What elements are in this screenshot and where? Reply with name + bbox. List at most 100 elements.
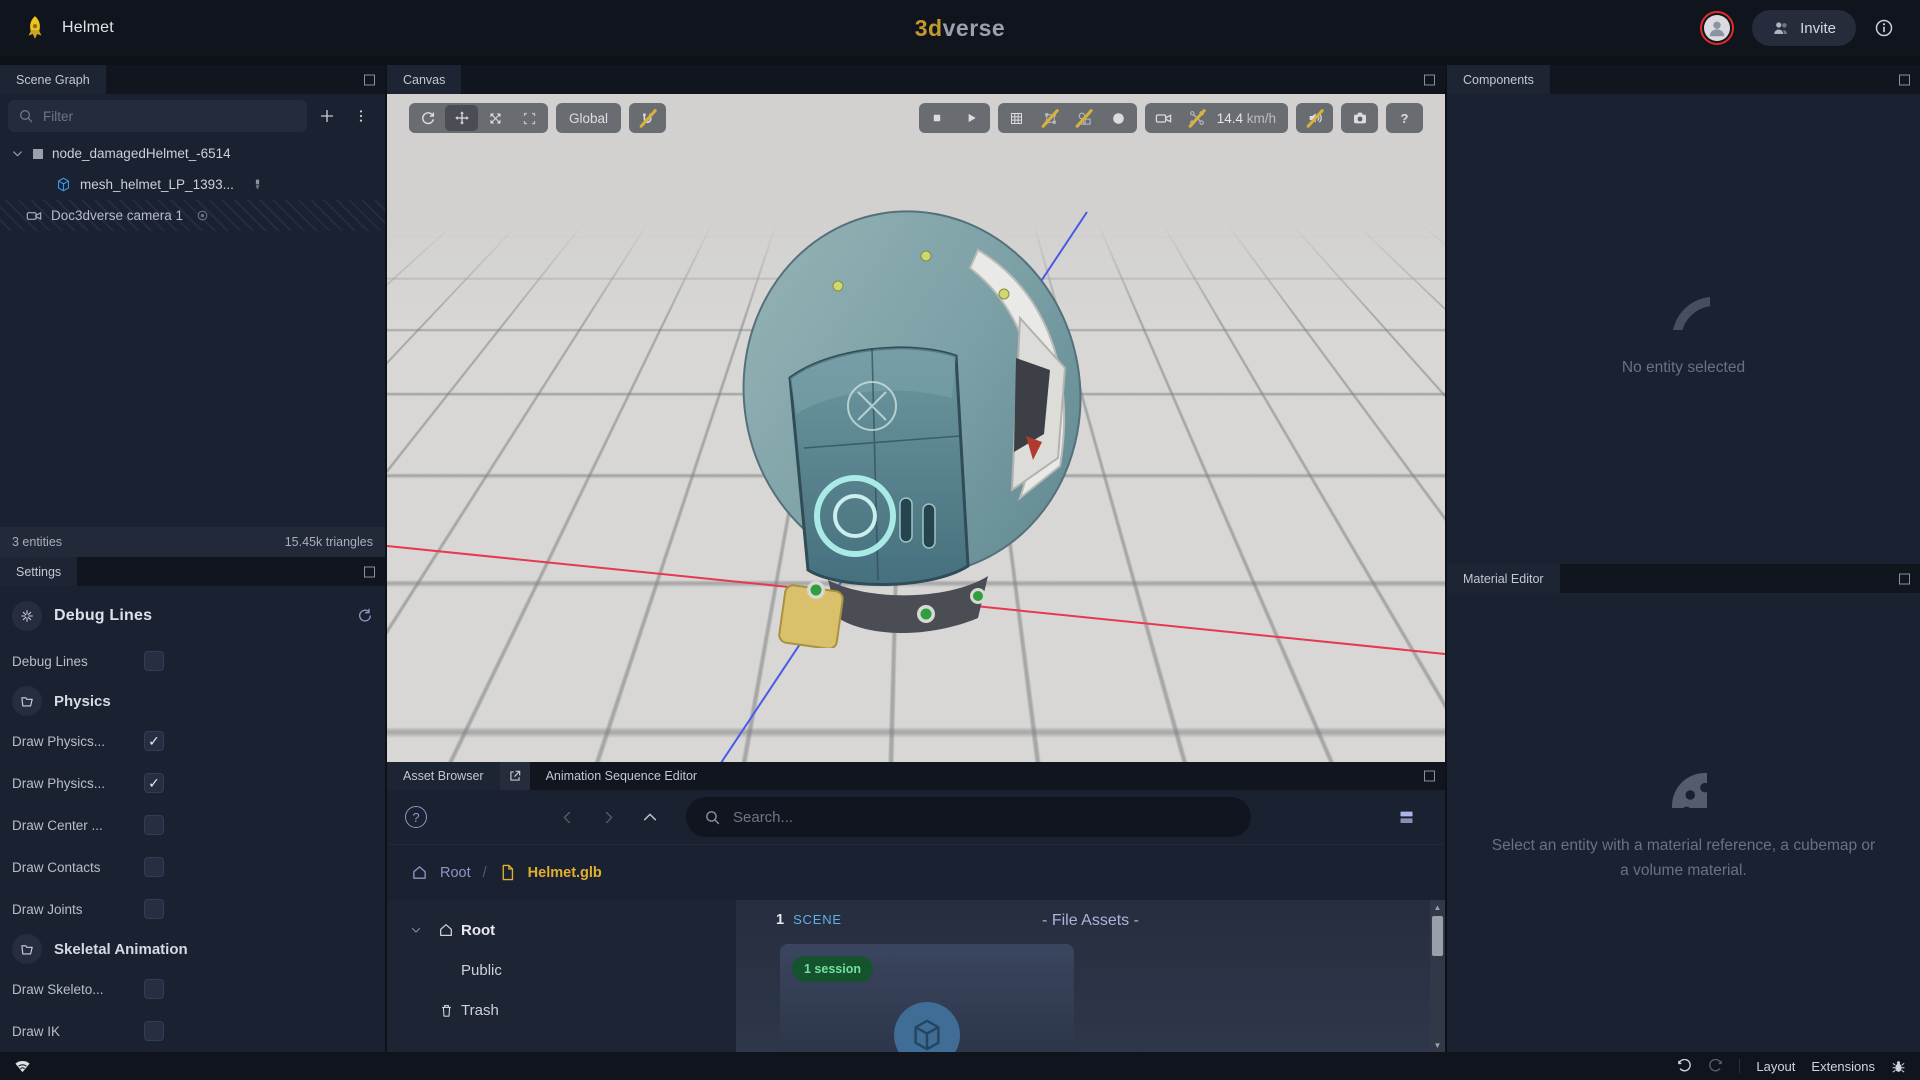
space-mode-button[interactable]: Global (556, 103, 621, 133)
checkbox-draw-contacts[interactable] (144, 857, 164, 877)
tree-row-camera[interactable]: Doc3dverse camera 1 (0, 200, 385, 231)
session-badge: 1 session (792, 956, 873, 982)
folder-row-public[interactable]: Public (387, 950, 736, 990)
redo-icon[interactable] (1708, 1059, 1723, 1074)
debug-shapes-toggle-button[interactable] (1068, 105, 1101, 131)
drone-mode-button[interactable] (1181, 105, 1214, 131)
info-icon[interactable] (1874, 18, 1894, 38)
brush-icon[interactable] (251, 178, 264, 191)
frame-select-button[interactable] (513, 105, 546, 131)
nav-forward-icon[interactable] (601, 810, 616, 825)
folder-row-trash[interactable]: Trash (387, 990, 736, 1030)
components-float-icon[interactable] (1899, 74, 1910, 85)
play-button[interactable] (955, 105, 988, 131)
nav-up-icon[interactable] (642, 809, 658, 825)
asset-help-button[interactable]: ? (405, 806, 427, 828)
scroll-thumb[interactable] (1432, 916, 1443, 956)
reset-icon[interactable] (357, 608, 373, 624)
filter-box[interactable] (8, 100, 307, 132)
scene-card[interactable]: 1 session (780, 944, 1074, 1052)
tree-row-mesh[interactable]: mesh_helmet_LP_1393... (0, 169, 385, 200)
folder-row-root[interactable]: Root (387, 910, 736, 950)
chevron-down-icon[interactable] (4, 147, 30, 160)
mute-audio-button[interactable] (1298, 105, 1331, 131)
tab-components[interactable]: Components (1447, 65, 1550, 94)
checkbox-draw-ik[interactable] (144, 1021, 164, 1041)
layout-button[interactable]: Layout (1756, 1059, 1795, 1074)
scroll-down-arrow[interactable]: ▼ (1430, 1038, 1445, 1052)
rotate-tool-button[interactable] (411, 105, 444, 131)
settings-panel: Debug Lines Debug Lines Physics Draw Phy… (0, 586, 385, 1052)
setting-label: Debug Lines (12, 654, 130, 669)
extensions-button[interactable]: Extensions (1811, 1059, 1875, 1074)
setting-label: Draw Contacts (12, 860, 130, 875)
material-editor-tabstrip: Material Editor (1447, 564, 1920, 593)
scene-graph-float-icon[interactable] (364, 74, 375, 85)
checkbox-draw-physics-2[interactable] (144, 773, 164, 793)
stop-button[interactable] (921, 105, 954, 131)
scroll-up-arrow[interactable]: ▲ (1430, 900, 1445, 914)
undo-icon[interactable] (1677, 1059, 1692, 1074)
checkbox-draw-skeleton[interactable] (144, 979, 164, 999)
settings-float-icon[interactable] (364, 566, 375, 577)
material-editor-float-icon[interactable] (1899, 573, 1910, 584)
asset-browser-float-icon[interactable] (1424, 771, 1435, 782)
checkbox-draw-joints[interactable] (144, 899, 164, 919)
file-assets-title: - File Assets - (736, 912, 1445, 930)
skybox-toggle-button[interactable] (1102, 105, 1135, 131)
asset-search-input[interactable] (733, 809, 1233, 826)
divider (1739, 1059, 1740, 1073)
tab-asset-browser[interactable]: Asset Browser (387, 762, 500, 790)
viewport-camera-button[interactable] (1147, 105, 1180, 131)
app-logo-icon[interactable] (22, 15, 48, 41)
tab-material-editor[interactable]: Material Editor (1447, 564, 1560, 593)
tab-canvas[interactable]: Canvas (387, 65, 461, 94)
bug-report-icon[interactable] (1891, 1059, 1906, 1074)
add-entity-button[interactable] (313, 102, 341, 130)
file-assets-area: 1 SCENE - File Assets - 1 session ▲ ▼ (736, 900, 1445, 1052)
nav-back-icon[interactable] (560, 810, 575, 825)
project-brand: Helmet (0, 15, 114, 41)
canvas-float-icon[interactable] (1424, 74, 1435, 85)
top-bar: Helmet 3dverse Invite (0, 0, 1920, 56)
snap-magnet-button[interactable] (631, 105, 664, 131)
components-tabstrip: Components (1447, 65, 1920, 94)
viewport-help-button[interactable]: ? (1388, 105, 1421, 131)
checkbox-draw-physics-1[interactable] (144, 731, 164, 751)
folder-label: Root (461, 922, 495, 939)
square-node-icon (33, 149, 43, 159)
camera-group: 14.4 km/h (1145, 103, 1288, 133)
setting-label: Draw Center ... (12, 818, 130, 833)
trash-icon (439, 1003, 454, 1018)
viewport-3d[interactable]: Global 14.4 (387, 94, 1445, 762)
more-options-button[interactable] (347, 102, 375, 130)
setting-label: Draw Physics... (12, 776, 130, 791)
checkbox-debug-lines[interactable] (144, 651, 164, 671)
move-tool-button[interactable] (445, 105, 478, 131)
tab-scene-graph[interactable]: Scene Graph (0, 65, 106, 94)
checkbox-draw-center[interactable] (144, 815, 164, 835)
file-assets-scrollbar[interactable]: ▲ ▼ (1430, 900, 1445, 1052)
breadcrumb-separator: / (483, 865, 487, 881)
invite-button[interactable]: Invite (1752, 10, 1856, 46)
popout-icon[interactable] (500, 762, 530, 790)
tab-animation-sequence-editor[interactable]: Animation Sequence Editor (530, 762, 713, 790)
material-editor-panel: Select an entity with a material referen… (1447, 593, 1920, 1052)
filter-input[interactable] (43, 109, 297, 124)
screenshot-button[interactable] (1343, 105, 1376, 131)
breadcrumb-root[interactable]: Root (440, 865, 471, 881)
list-view-toggle[interactable] (1398, 809, 1415, 825)
scale-tool-button[interactable] (479, 105, 512, 131)
asset-search-box[interactable] (686, 797, 1251, 837)
tree-row-node[interactable]: node_damagedHelmet_-6514 (0, 138, 385, 169)
components-empty-message: No entity selected (1622, 356, 1745, 380)
people-icon (1772, 19, 1790, 37)
user-avatar[interactable] (1700, 11, 1734, 45)
chevron-down-icon[interactable] (410, 924, 422, 936)
home-icon[interactable] (411, 864, 428, 881)
target-icon[interactable] (196, 209, 209, 222)
grid-toggle-button[interactable] (1000, 105, 1033, 131)
helmet-model[interactable] (720, 198, 1100, 648)
tab-settings[interactable]: Settings (0, 557, 77, 586)
gizmo-toggle-button[interactable] (1034, 105, 1067, 131)
